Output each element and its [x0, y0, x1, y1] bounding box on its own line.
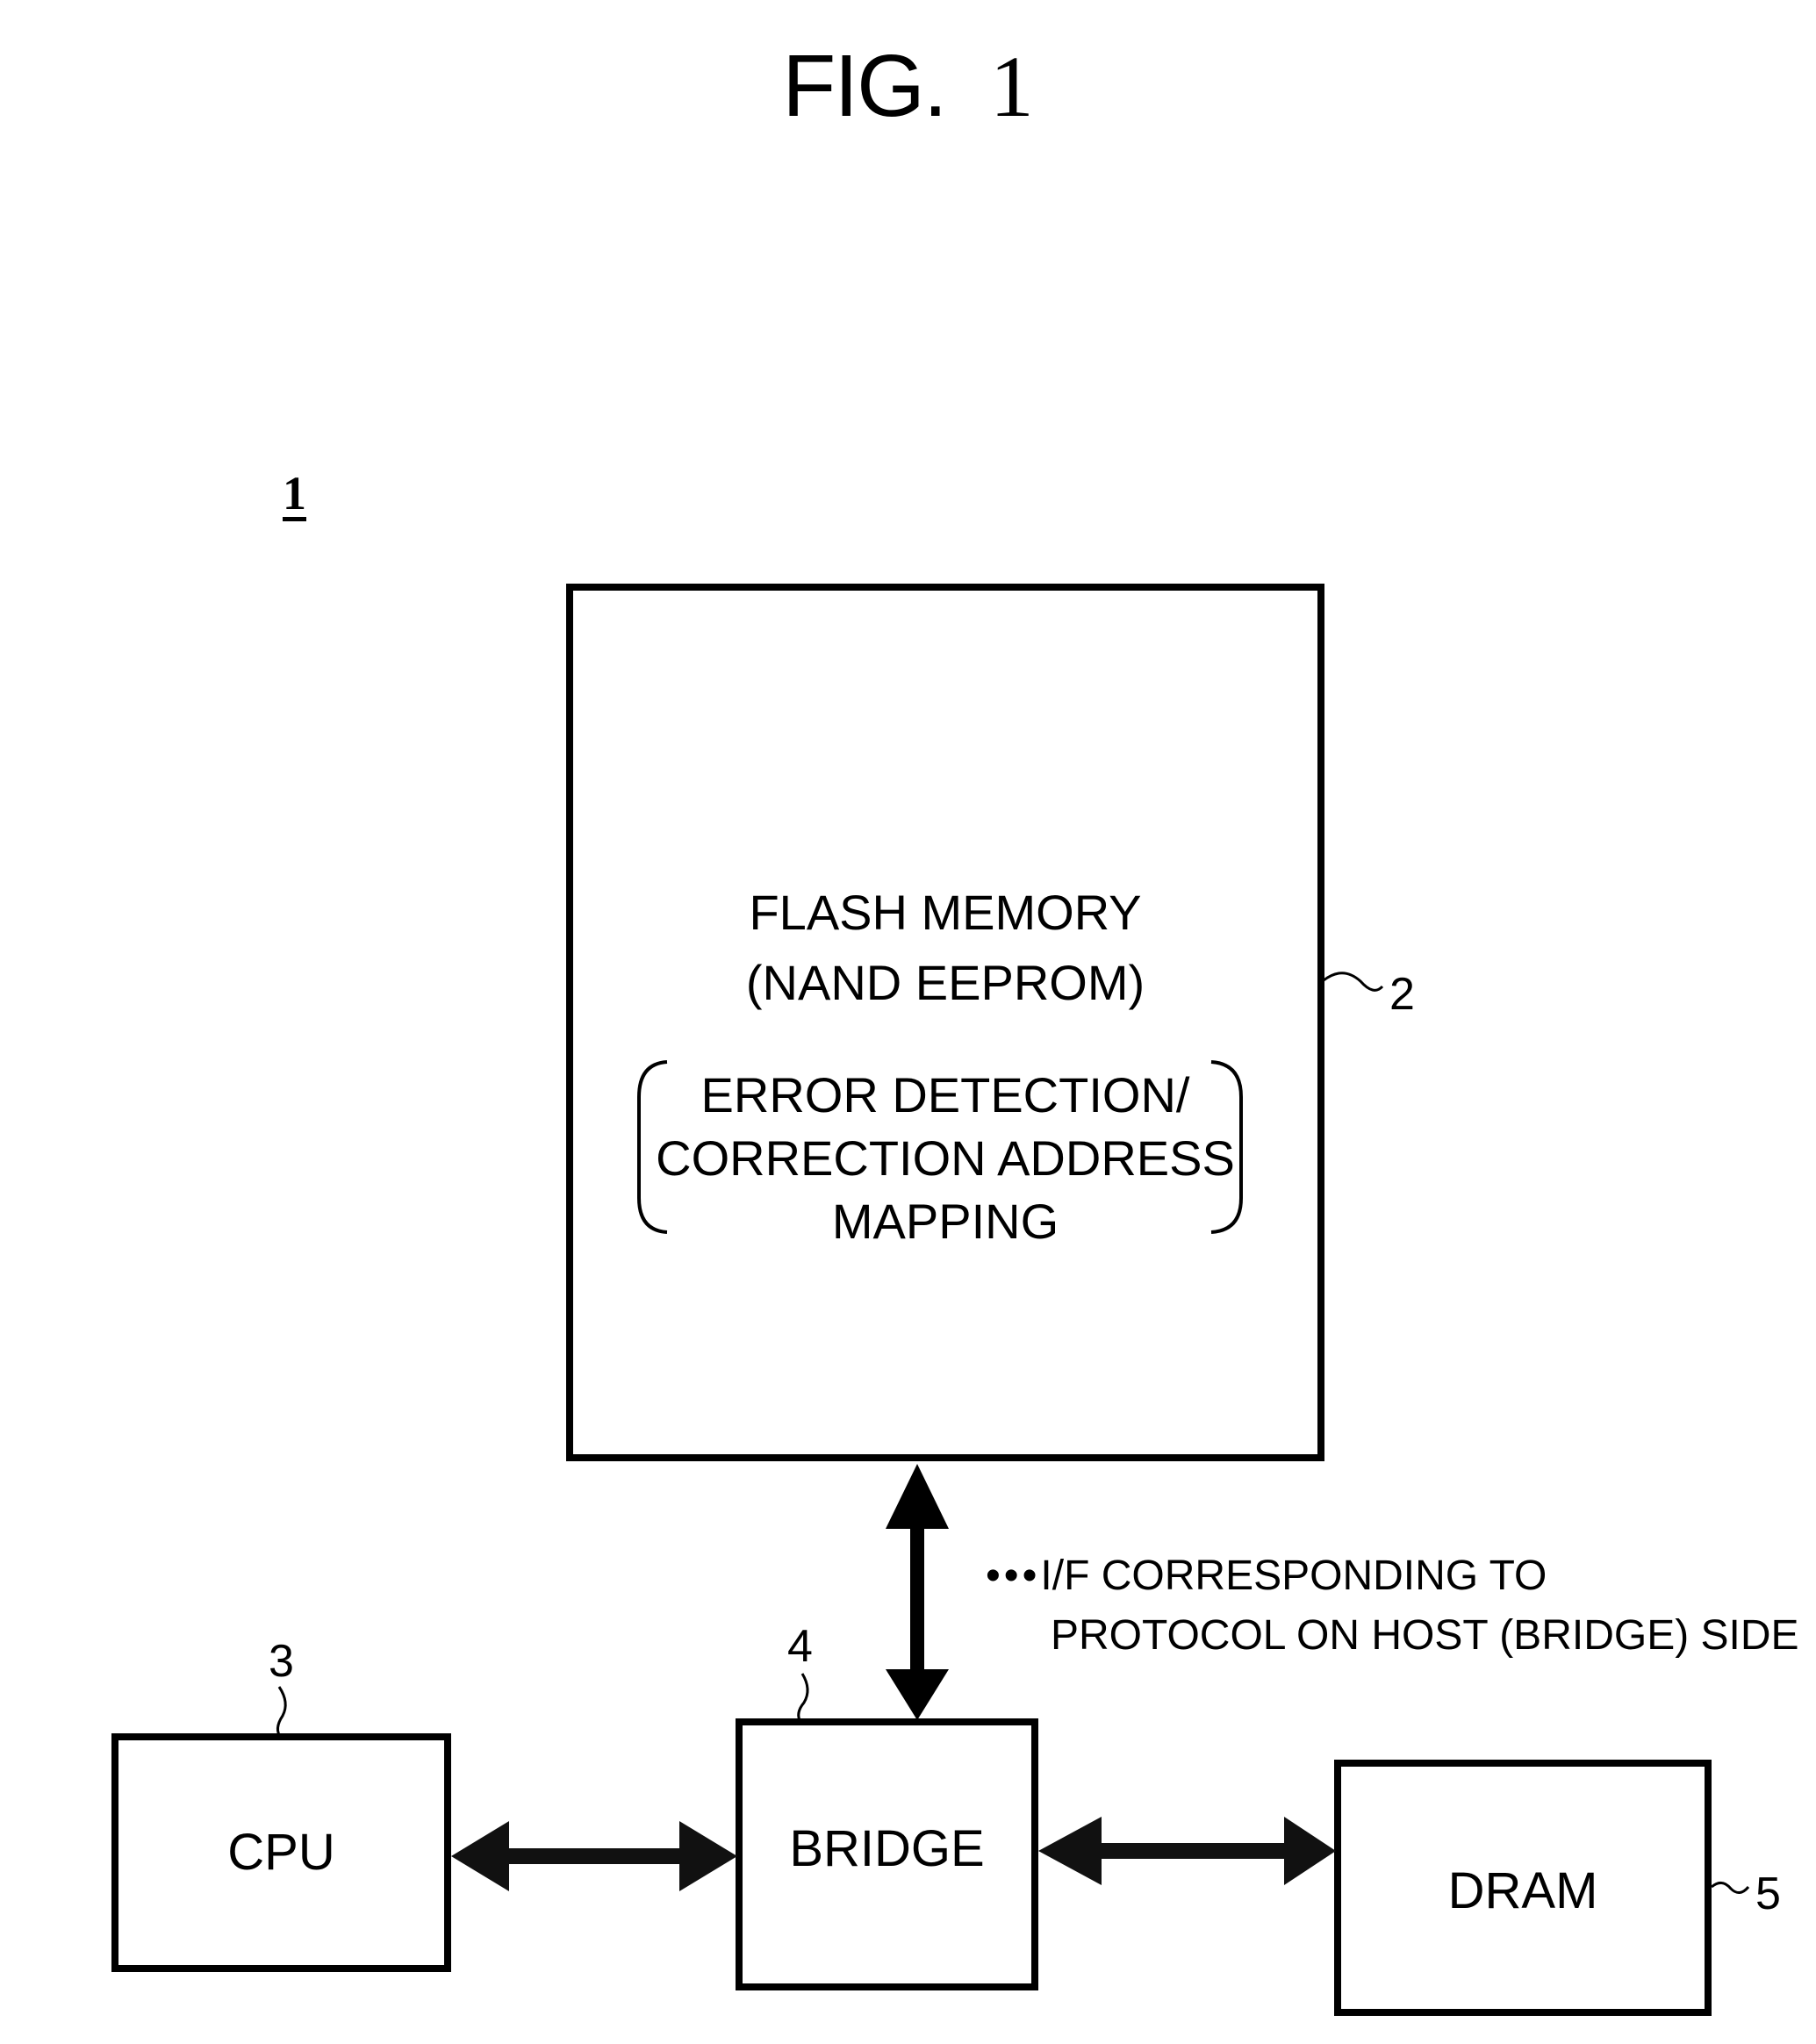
dram-leader-line [1711, 1882, 1750, 1894]
diagram-connectors [276, 972, 1750, 1894]
left-bracket [637, 1060, 668, 1234]
cpu-bridge-arrow [451, 1821, 737, 1891]
bridge-dram-arrow [1038, 1817, 1336, 1885]
bridge-leader-line [797, 1673, 809, 1723]
right-bracket [1210, 1060, 1243, 1234]
cpu-leader-line [276, 1686, 287, 1739]
flash-bridge-arrow [886, 1464, 949, 1720]
flash-leader-line [1323, 972, 1384, 992]
